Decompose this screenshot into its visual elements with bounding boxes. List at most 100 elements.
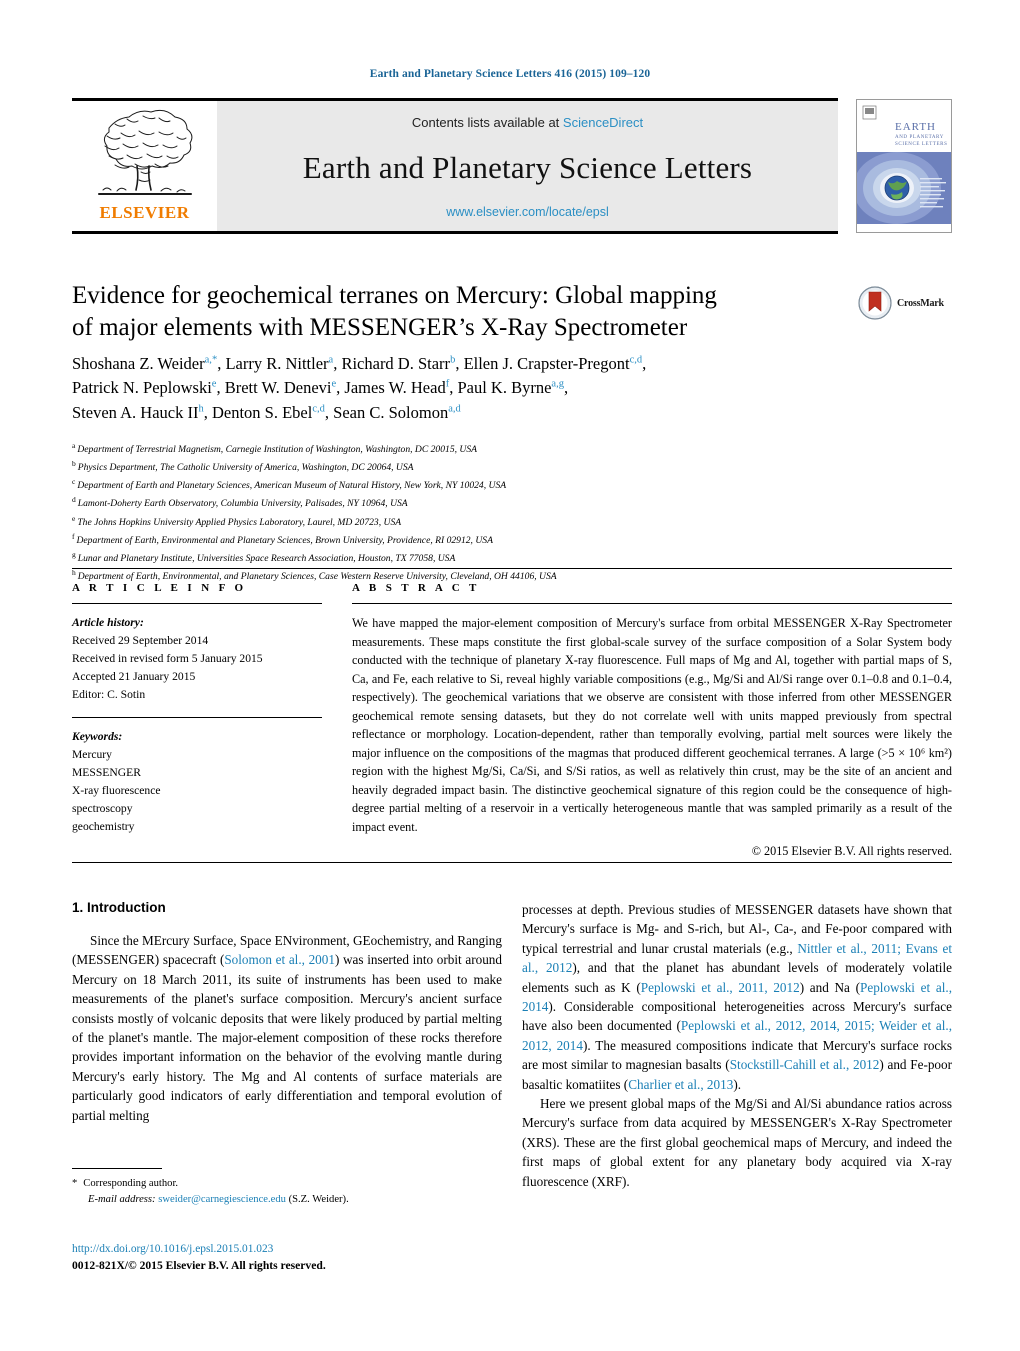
affiliation-key: f: [72, 531, 75, 541]
affiliation-text: Lunar and Planetary Institute, Universit…: [77, 553, 456, 565]
article-history-group: Article history: Received 29 September 2…: [72, 614, 322, 704]
keyword-item: X-ray fluorescence: [72, 783, 161, 797]
intro-paragraph-right-2: Here we present global maps of the Mg/Si…: [522, 1096, 952, 1189]
affiliation-text: Department of Earth and Planetary Scienc…: [77, 480, 507, 492]
contents-line: Contents lists available at ScienceDirec…: [412, 115, 643, 130]
crossmark-badge[interactable]: CrossMark: [858, 283, 954, 323]
email-line: E-mail address: sweider@carnegiescience.…: [72, 1192, 502, 1208]
banner-center: Contents lists available at ScienceDirec…: [217, 101, 838, 231]
affiliation-item: g Lunar and Planetary Institute, Universi…: [72, 549, 932, 567]
affiliation-item: d Lamont-Doherty Earth Observatory, Colum…: [72, 494, 932, 512]
affiliation-item: f Department of Earth, Environmental and …: [72, 531, 932, 549]
section-heading-introduction: 1. Introduction: [72, 900, 166, 915]
author: Paul K. Byrnea,g: [457, 378, 564, 398]
paper-page: Earth and Planetary Science Letters 416 …: [0, 0, 1020, 1351]
affiliation-key: d: [72, 495, 76, 505]
svg-text:AND PLANETARY: AND PLANETARY: [895, 135, 944, 140]
citation-link[interactable]: Solomon et al., 2001: [224, 952, 335, 967]
article-info-rule: [72, 603, 322, 604]
crossmark-icon: [858, 286, 892, 320]
abstract-rule: [352, 603, 952, 604]
affiliation-key: h: [72, 567, 76, 577]
citation-link[interactable]: Stockstill-Cahill et al., 2012: [730, 1057, 880, 1072]
abstract-text: We have mapped the major-element composi…: [352, 616, 952, 835]
author: Patrick N. Peplowskie: [72, 378, 217, 398]
author: Larry R. Nittlera: [225, 354, 334, 373]
article-info-column: A R T I C L E I N F O Article history: R…: [72, 582, 322, 836]
keywords-separator-rule: [72, 716, 322, 718]
affiliation-item: e The Johns Hopkins University Applied Ph…: [72, 513, 932, 531]
body-column-left: 1. Introduction Since the MErcury Surfac…: [72, 900, 502, 1125]
affiliation-text: Department of Terrestrial Magnetism, Car…: [77, 444, 478, 456]
intro-paragraph-right-1: processes at depth. Previous studies of …: [522, 902, 953, 1092]
journal-cover-thumbnail: EARTH AND PLANETARY SCIENCE LETTERS: [856, 99, 952, 233]
title-block: Evidence for geochemical terranes on Mer…: [72, 280, 772, 344]
abstract-column: A B S T R A C T We have mapped the major…: [352, 582, 952, 859]
title-line-2: of major elements with MESSENGER’s X-Ray…: [72, 313, 688, 341]
author: Shoshana Z. Weidera,*: [72, 354, 218, 373]
affiliation-item: b Physics Department, The Catholic Univer…: [72, 458, 932, 476]
contents-prefix: Contents lists available at: [411, 115, 560, 130]
journal-title: Earth and Planetary Science Letters: [302, 149, 753, 185]
author-list: Shoshana Z. Weidera,*, Larry R. Nittlera…: [72, 354, 647, 422]
title-line-1: Evidence for geochemical terranes on Mer…: [72, 282, 717, 309]
author: Denton S. Ebelc,d: [211, 402, 325, 422]
sciencedirect-link[interactable]: ScienceDirect: [563, 115, 643, 130]
running-head: Earth and Planetary Science Letters 416 …: [369, 68, 651, 80]
affiliation-item: c Department of Earth and Planetary Scien…: [72, 476, 932, 494]
journal-url-link[interactable]: www.elsevier.com/locate/epsl: [446, 205, 609, 219]
keywords-label: Keywords:: [72, 729, 123, 743]
abstract-copyright: © 2015 Elsevier B.V. All rights reserved…: [751, 843, 952, 858]
svg-text:SCIENCE LETTERS: SCIENCE LETTERS: [895, 142, 947, 147]
affiliation-text: The Johns Hopkins University Applied Phy…: [77, 516, 402, 528]
affiliation-key: b: [72, 459, 76, 469]
affiliation-text: Lamont-Doherty Earth Observatory, Columb…: [77, 498, 408, 510]
author: Brett W. Denevie: [224, 378, 337, 398]
doi-link[interactable]: http://dx.doi.org/10.1016/j.epsl.2015.01…: [72, 1243, 273, 1255]
body-column-right: processes at depth. Previous studies of …: [522, 900, 952, 1191]
elsevier-tree-icon: [97, 109, 192, 195]
affiliation-text: Physics Department, The Catholic Univers…: [77, 462, 414, 474]
crossmark-label: CrossMark: [897, 297, 944, 309]
citation-link[interactable]: Peplowski et al., 2012, 2014, 2015; Weid…: [522, 1018, 952, 1052]
email-link[interactable]: sweider@carnegiescience.edu: [158, 1194, 286, 1205]
keyword-item: Mercury: [72, 747, 112, 761]
affiliation-item: a Department of Terrestrial Magnetism, Ca…: [72, 440, 932, 458]
citation-link[interactable]: Charlier et al., 2013: [628, 1077, 733, 1092]
affiliation-text: Department of Earth, Environmental and P…: [76, 534, 493, 546]
keyword-item: MESSENGER: [72, 765, 141, 779]
history-item: Received in revised form 5 January 2015: [72, 651, 263, 665]
info-block-bottom-rule: [72, 862, 952, 863]
intro-paragraph-left: Since the MErcury Surface, Space ENviron…: [72, 933, 502, 1123]
article-info-heading: A R T I C L E I N F O: [72, 582, 247, 594]
affiliation-key: a: [72, 441, 76, 450]
author: Steven A. Hauck IIh: [72, 402, 204, 422]
journal-cover-art: EARTH AND PLANETARY SCIENCE LETTERS: [857, 100, 951, 232]
affiliation-key: g: [72, 549, 76, 559]
affiliation-text: Department of Earth, Environmental, and …: [77, 571, 557, 583]
footnote-star: *: [72, 1178, 78, 1189]
affiliation-key: e: [72, 513, 76, 523]
elsevier-wordmark: ELSEVIER: [99, 203, 190, 222]
footnote-block: * Corresponding author. E-mail address: s…: [72, 1176, 502, 1208]
history-item: Received 29 September 2014: [72, 633, 209, 647]
abstract-heading: A B S T R A C T: [352, 582, 480, 594]
page-title: Evidence for geochemical terranes on Mer…: [72, 280, 772, 344]
affiliation-key: c: [72, 477, 76, 487]
author: Richard D. Starrb: [341, 354, 456, 373]
corresponding-author-text: Corresponding author.: [83, 1178, 179, 1189]
author: Ellen J. Crapster-Pregontc,d: [463, 354, 643, 373]
citation-link[interactable]: Peplowski et al., 2011, 2012: [641, 980, 800, 995]
journal-banner: ELSEVIER Contents lists available at Sci…: [72, 98, 838, 234]
article-history-label: Article history:: [72, 616, 144, 629]
affiliation-list: a Department of Terrestrial Magnetism, Ca…: [72, 440, 932, 585]
footer-copyright: 0012-821X/© 2015 Elsevier B.V. All right…: [72, 1259, 326, 1272]
keyword-item: geochemistry: [72, 819, 135, 833]
history-item: Accepted 21 January 2015: [72, 669, 196, 683]
email-owner: (S.Z. Weider).: [288, 1193, 349, 1205]
citation-link[interactable]: Nittler et al., 2011; Evans et al., 2012: [522, 941, 952, 975]
keywords-group: Keywords: Mercury MESSENGER X-ray fluore…: [72, 728, 322, 836]
author: Sean C. Solomona,d: [333, 402, 461, 422]
history-item: Editor: C. Sotin: [72, 687, 146, 701]
elsevier-logo: ELSEVIER: [72, 101, 217, 231]
